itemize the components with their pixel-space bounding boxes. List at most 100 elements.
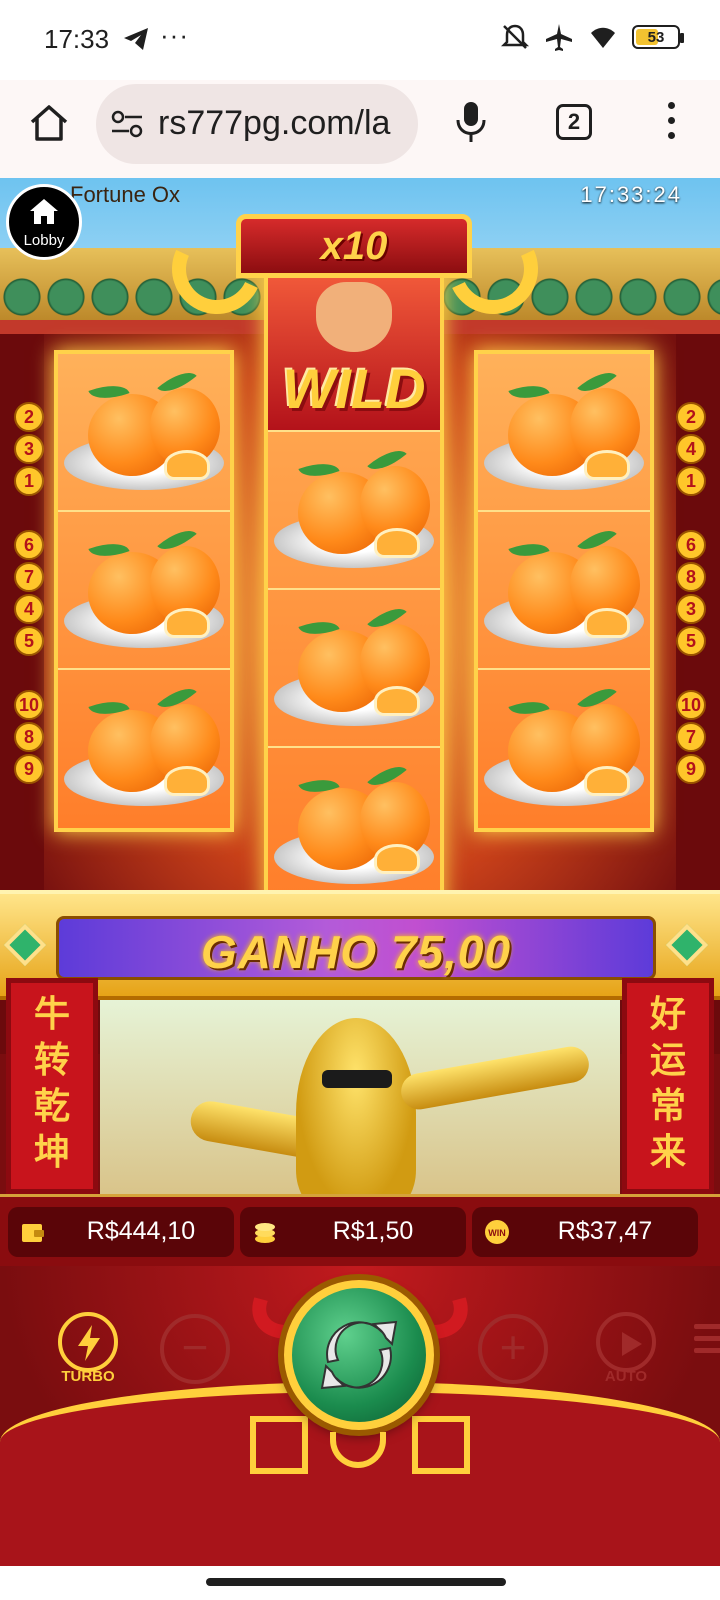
- payline-number: 6: [676, 530, 706, 560]
- wild-symbol: WILD: [268, 274, 440, 432]
- bet-value: R$1,50: [332, 1217, 414, 1245]
- jade-gem-icon: [3, 923, 47, 967]
- svg-text:WIN: WIN: [488, 1228, 506, 1238]
- dancing-ox-scene: [100, 1000, 620, 1194]
- payline-number: 5: [676, 626, 706, 656]
- mic-icon[interactable]: [454, 100, 488, 144]
- pillar-char: 好: [649, 993, 686, 1035]
- wallet-icon: [22, 1224, 44, 1242]
- lobby-label: Lobby: [23, 232, 65, 249]
- tabs-button[interactable]: 2: [556, 104, 592, 140]
- airplane-icon: [546, 24, 572, 51]
- pillar-char: 坤: [33, 1131, 70, 1173]
- win-pill: WIN R$37,47: [472, 1207, 698, 1257]
- payline-number: 8: [14, 722, 44, 752]
- lobby-button[interactable]: Lobby: [6, 184, 82, 260]
- spin-button[interactable]: [284, 1280, 434, 1430]
- payline-number: 9: [14, 754, 44, 784]
- battery-level: 53: [647, 28, 665, 46]
- auto-spin-button[interactable]: AUTO: [594, 1312, 658, 1385]
- payline-number: 1: [14, 466, 44, 496]
- win-banner-inner: GANHO 75,00: [56, 916, 656, 980]
- pillar-char: 常: [649, 1085, 686, 1127]
- balance-bar: R$444,10 R$1,50 WIN R$37,47: [0, 1194, 720, 1266]
- turbo-button[interactable]: TURBO: [56, 1312, 120, 1385]
- fret-ornament: [250, 1416, 308, 1474]
- win-value: R$37,47: [557, 1217, 653, 1245]
- win-amount-text: GANHO 75,00: [200, 926, 512, 978]
- home-icon[interactable]: [28, 102, 70, 144]
- browser-toolbar: rs777pg.com/la 2: [0, 80, 720, 178]
- bell-off-icon: [500, 24, 530, 49]
- pillar-char: 牛: [33, 993, 70, 1035]
- payline-number: 3: [14, 434, 44, 464]
- spin-arrows-icon: [320, 1320, 398, 1390]
- golden-ox-figure: [296, 1018, 416, 1194]
- payline-number: 1: [676, 466, 706, 496]
- balance-value: R$444,10: [86, 1217, 196, 1245]
- reel-3: [474, 350, 654, 832]
- battery-icon: 53: [632, 25, 684, 49]
- address-bar[interactable]: rs777pg.com/la: [96, 84, 418, 164]
- payline-number: 9: [676, 754, 706, 784]
- tangerine-symbol: [478, 354, 650, 512]
- increase-bet-button[interactable]: +: [478, 1314, 548, 1384]
- payline-number: 2: [14, 402, 44, 432]
- tangerine-symbol: [268, 432, 440, 590]
- tangerine-symbol: [268, 748, 440, 906]
- url-text[interactable]: rs777pg.com/la: [158, 104, 390, 143]
- pillar-char: 转: [33, 1039, 70, 1081]
- payline-number: 4: [676, 434, 706, 464]
- win-badge-icon: WIN: [485, 1220, 509, 1244]
- tangerine-symbol: [268, 590, 440, 748]
- win-banner: GANHO 75,00: [0, 890, 720, 1000]
- tangerine-symbol: [58, 512, 230, 670]
- gesture-navigation-bar: [0, 1566, 720, 1600]
- bet-pill[interactable]: R$1,50: [240, 1207, 466, 1257]
- tangerine-symbol: [58, 354, 230, 512]
- coin-stack-icon: [255, 1223, 275, 1243]
- balance-pill[interactable]: R$444,10: [8, 1207, 234, 1257]
- reel-2: WILD: [264, 270, 444, 910]
- payline-number: 3: [676, 594, 706, 624]
- tangerine-symbol: [478, 670, 650, 828]
- menu-icon[interactable]: [694, 1324, 720, 1360]
- lightning-icon: [78, 1325, 100, 1361]
- payline-number: 10: [14, 690, 44, 720]
- game-canvas[interactable]: Fortune Ox 17:33:24 Lobby 2 3 1 6 7 4 5 …: [0, 178, 720, 1566]
- home-icon: [30, 199, 58, 224]
- payline-number: 7: [676, 722, 706, 752]
- site-settings-icon[interactable]: [110, 108, 144, 140]
- pillar-char: 运: [649, 1039, 686, 1081]
- pillar-left: 牛 转 乾 坤: [6, 978, 98, 1194]
- sunglasses-icon: [322, 1070, 392, 1088]
- payline-number: 8: [676, 562, 706, 592]
- game-clock: 17:33:24: [580, 182, 682, 207]
- status-bar: 17:33 ··· 53: [0, 0, 720, 80]
- reel-1: [54, 350, 234, 832]
- multiplier-banner: x10: [236, 214, 472, 278]
- jade-gem-icon: [665, 923, 709, 967]
- game-title: Fortune Ox: [70, 182, 181, 207]
- pillar-right: 好 运 常 来: [622, 978, 714, 1194]
- payline-number: 6: [14, 530, 44, 560]
- decrease-bet-button[interactable]: −: [160, 1314, 230, 1384]
- golden-ox-arm: [398, 1043, 592, 1113]
- pillar-char: 乾: [33, 1085, 70, 1127]
- ox-character: [316, 282, 392, 352]
- tangerine-symbol: [478, 512, 650, 670]
- tangerine-symbol: [58, 670, 230, 828]
- payline-number: 4: [14, 594, 44, 624]
- multiplier-value: x10: [320, 224, 388, 268]
- wild-label: WILD: [282, 357, 426, 420]
- fret-ornament: [412, 1416, 470, 1474]
- status-time: 17:33: [44, 24, 110, 54]
- home-gesture-pill[interactable]: [206, 1578, 506, 1586]
- payline-number: 2: [676, 402, 706, 432]
- more-notifications-icon: ···: [160, 20, 189, 50]
- telegram-icon: [124, 28, 148, 50]
- payline-number: 7: [14, 562, 44, 592]
- more-vert-icon[interactable]: [664, 102, 678, 144]
- payline-number: 5: [14, 626, 44, 656]
- wifi-icon: [591, 27, 615, 48]
